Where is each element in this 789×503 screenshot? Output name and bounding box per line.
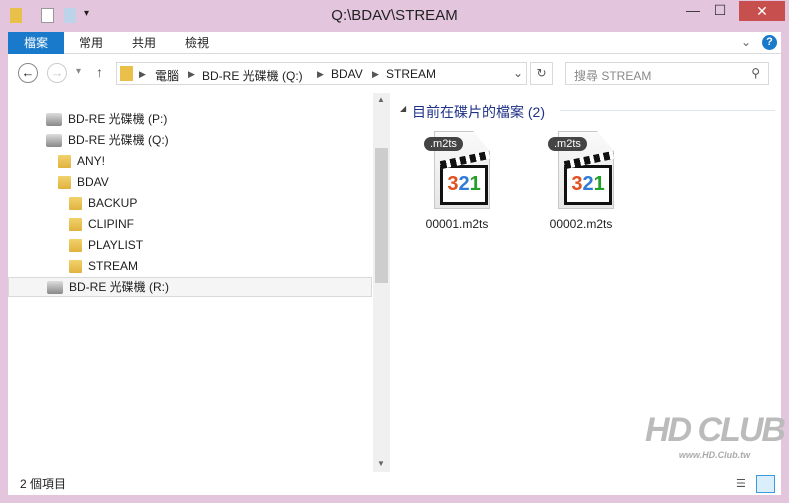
recent-locations-button[interactable]: ▾ [76, 66, 81, 77]
minimize-button[interactable]: — [680, 2, 706, 18]
navigation-bar: ← → ▾ ↑ ▶ 電腦 ▶ BD-RE 光碟機 (Q:) ▶ BDAV ▶ S… [8, 55, 781, 93]
item-count: 2 個項目 [20, 477, 67, 491]
navigation-pane: BD-RE 光碟機 (P:) BD-RE 光碟機 (Q:) ANY! BDAV … [8, 93, 373, 472]
collapse-group-icon[interactable]: ◢ [400, 104, 406, 113]
navigation-pane-scrollbar[interactable]: ▲ ▼ [373, 93, 390, 472]
file-name: 00002.m2ts [549, 217, 613, 231]
video-file-icon: .m2ts 321 [424, 131, 490, 215]
drive-icon [46, 133, 62, 147]
address-bar[interactable]: ▶ 電腦 ▶ BD-RE 光碟機 (Q:) ▶ BDAV ▶ STREAM ⌄ [116, 62, 527, 85]
scroll-down-icon[interactable]: ▼ [377, 459, 385, 468]
maximize-button[interactable]: ☐ [707, 2, 733, 19]
search-icon: ⚲ [751, 66, 760, 80]
file-name: 00001.m2ts [425, 217, 489, 231]
tree-item-bdav[interactable]: BDAV [58, 172, 109, 192]
tree-item-label: BD-RE 光碟機 (P:) [68, 112, 168, 126]
folder-icon [58, 175, 71, 189]
tree-item-label: BACKUP [88, 196, 138, 210]
tab-file[interactable]: 檔案 [8, 32, 64, 54]
chevron-right-icon: ▶ [317, 69, 324, 79]
tree-item-label: PLAYLIST [88, 238, 144, 252]
breadcrumb-bdav[interactable]: BDAV [331, 67, 363, 81]
extension-badge: .m2ts [548, 137, 587, 151]
tree-item-label: CLIPINF [88, 217, 135, 231]
breadcrumb-drive[interactable]: BD-RE 光碟機 (Q:) [202, 67, 303, 84]
ribbon-tabs: 檔案 常用 共用 檢視 ⌄ ? [8, 32, 781, 54]
expand-ribbon-icon[interactable]: ⌄ [741, 35, 751, 49]
tab-view[interactable]: 檢視 [176, 32, 218, 54]
folder-icon [58, 154, 71, 168]
folder-icon [69, 217, 82, 231]
tree-item-drive-p[interactable]: BD-RE 光碟機 (P:) [46, 109, 167, 129]
folder-icon [69, 196, 82, 210]
breadcrumb-computer[interactable]: 電腦 [155, 67, 179, 84]
close-button[interactable]: ✕ [739, 1, 785, 21]
search-input[interactable]: 搜尋 STREAM ⚲ [565, 62, 769, 85]
tree-item-label: BD-RE 光碟機 (Q:) [68, 133, 169, 147]
address-dropdown-icon[interactable]: ⌄ [513, 66, 523, 80]
tree-item-stream[interactable]: STREAM [69, 256, 138, 276]
group-divider [560, 110, 775, 111]
file-item[interactable]: .m2ts 321 00001.m2ts [412, 131, 502, 231]
large-icons-view-button[interactable] [756, 475, 775, 493]
tab-share[interactable]: 共用 [123, 32, 165, 54]
tree-item-label: BDAV [77, 175, 109, 189]
details-view-button[interactable]: ☰ [736, 477, 750, 491]
title-bar: ▾ Q:\BDAV\STREAM — ☐ ✕ [0, 0, 789, 32]
scrollbar-thumb[interactable] [375, 148, 388, 283]
tab-home[interactable]: 常用 [70, 32, 112, 54]
chevron-right-icon: ▶ [372, 69, 379, 79]
refresh-button[interactable]: ↻ [530, 62, 553, 85]
video-file-icon: .m2ts 321 [548, 131, 614, 215]
back-button[interactable]: ← [18, 63, 38, 83]
drive-icon [46, 112, 62, 126]
file-item[interactable]: .m2ts 321 00002.m2ts [536, 131, 626, 231]
status-bar: 2 個項目 ☰ [8, 473, 781, 495]
folder-icon [69, 259, 82, 273]
watermark-logo: HD CLUB www.HD.Club.tw [645, 411, 786, 460]
tree-item-any[interactable]: ANY! [58, 151, 105, 171]
tree-item-drive-r[interactable]: BD-RE 光碟機 (R:) [8, 277, 372, 297]
tree-item-label: STREAM [88, 259, 139, 273]
chevron-right-icon: ▶ [139, 69, 146, 79]
folder-icon [69, 238, 82, 252]
group-header[interactable]: 目前在碟片的檔案 (2) [412, 102, 545, 122]
extension-badge: .m2ts [424, 137, 463, 151]
search-placeholder: 搜尋 STREAM [574, 69, 652, 83]
tree-item-clipinf[interactable]: CLIPINF [69, 214, 134, 234]
breadcrumb-stream[interactable]: STREAM [386, 67, 436, 81]
scroll-up-icon[interactable]: ▲ [377, 95, 385, 104]
up-button[interactable]: ↑ [96, 64, 103, 80]
chevron-right-icon: ▶ [188, 69, 195, 79]
tree-item-playlist[interactable]: PLAYLIST [69, 235, 143, 255]
drive-icon [47, 280, 63, 294]
help-icon[interactable]: ? [762, 35, 777, 50]
tree-item-label: ANY! [77, 154, 106, 168]
forward-button[interactable]: → [47, 63, 67, 83]
window-title: Q:\BDAV\STREAM [331, 7, 458, 24]
tree-item-label: BD-RE 光碟機 (R:) [69, 280, 169, 294]
tree-item-drive-q[interactable]: BD-RE 光碟機 (Q:) [46, 130, 169, 150]
tree-item-backup[interactable]: BACKUP [69, 193, 137, 213]
folder-icon [120, 66, 133, 81]
